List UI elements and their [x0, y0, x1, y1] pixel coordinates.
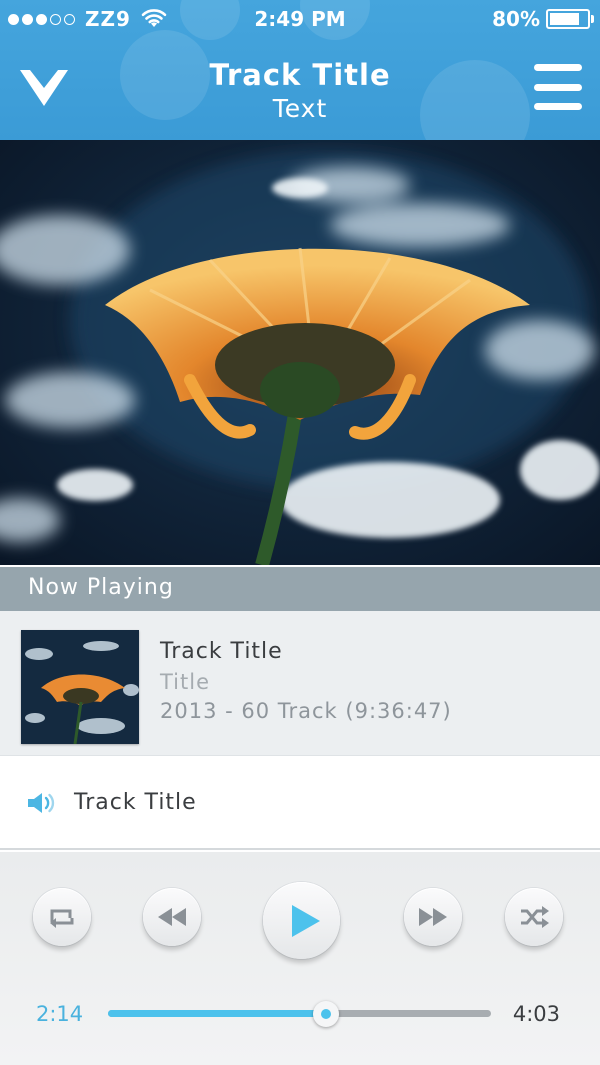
- now-playing-label: Now Playing: [28, 575, 174, 600]
- play-icon: [291, 904, 320, 937]
- hamburger-menu-icon[interactable]: [534, 64, 582, 110]
- flower-artwork-image: [0, 150, 600, 565]
- now-playing-track-title: Track Title: [160, 639, 283, 664]
- total-time: 4:03: [512, 1002, 560, 1026]
- fast-forward-button[interactable]: [404, 888, 462, 946]
- elapsed-time: 2:14: [36, 1002, 84, 1026]
- current-track-row[interactable]: Track Title: [0, 756, 600, 850]
- progress-fill: [108, 1010, 327, 1017]
- album-artwork: [0, 140, 600, 565]
- playback-controls: 2:14 4:03: [0, 852, 600, 1065]
- header-titles: Track Title Text: [0, 58, 600, 123]
- album-thumbnail: [21, 630, 139, 744]
- battery-icon: [546, 9, 594, 29]
- rewind-icon: [158, 908, 186, 926]
- top-header: ZZ9 2:49 PM 80% Track Title Text: [0, 0, 600, 140]
- shuffle-icon: [521, 906, 549, 928]
- now-playing-card[interactable]: Track Title Title 2013 - 60 Track (9:36:…: [0, 611, 600, 756]
- shuffle-button[interactable]: [505, 888, 563, 946]
- menu-line: [534, 103, 582, 110]
- menu-line: [534, 64, 582, 71]
- header-subtitle: Text: [272, 94, 328, 123]
- fast-forward-icon: [419, 908, 447, 926]
- repeat-button[interactable]: [33, 888, 91, 946]
- current-track-label: Track Title: [74, 790, 197, 815]
- now-playing-header: Now Playing: [0, 567, 600, 611]
- now-playing-details: Track Title Title 2013 - 60 Track (9:36:…: [160, 639, 452, 723]
- battery-percent: 80%: [492, 7, 540, 31]
- play-button[interactable]: [263, 882, 340, 959]
- speaker-icon: [28, 793, 55, 813]
- status-bar: ZZ9 2:49 PM 80%: [0, 0, 600, 38]
- header-title: Track Title: [209, 58, 391, 92]
- now-playing-album: Title: [160, 670, 211, 694]
- progress-bar[interactable]: [108, 1001, 491, 1027]
- player-header: Track Title Text: [0, 38, 600, 140]
- menu-line: [534, 83, 582, 91]
- rewind-button[interactable]: [143, 888, 201, 946]
- progress-scrubber-handle[interactable]: [313, 1001, 340, 1027]
- repeat-icon: [50, 909, 74, 928]
- now-playing-meta: 2013 - 60 Track (9:36:47): [160, 699, 452, 723]
